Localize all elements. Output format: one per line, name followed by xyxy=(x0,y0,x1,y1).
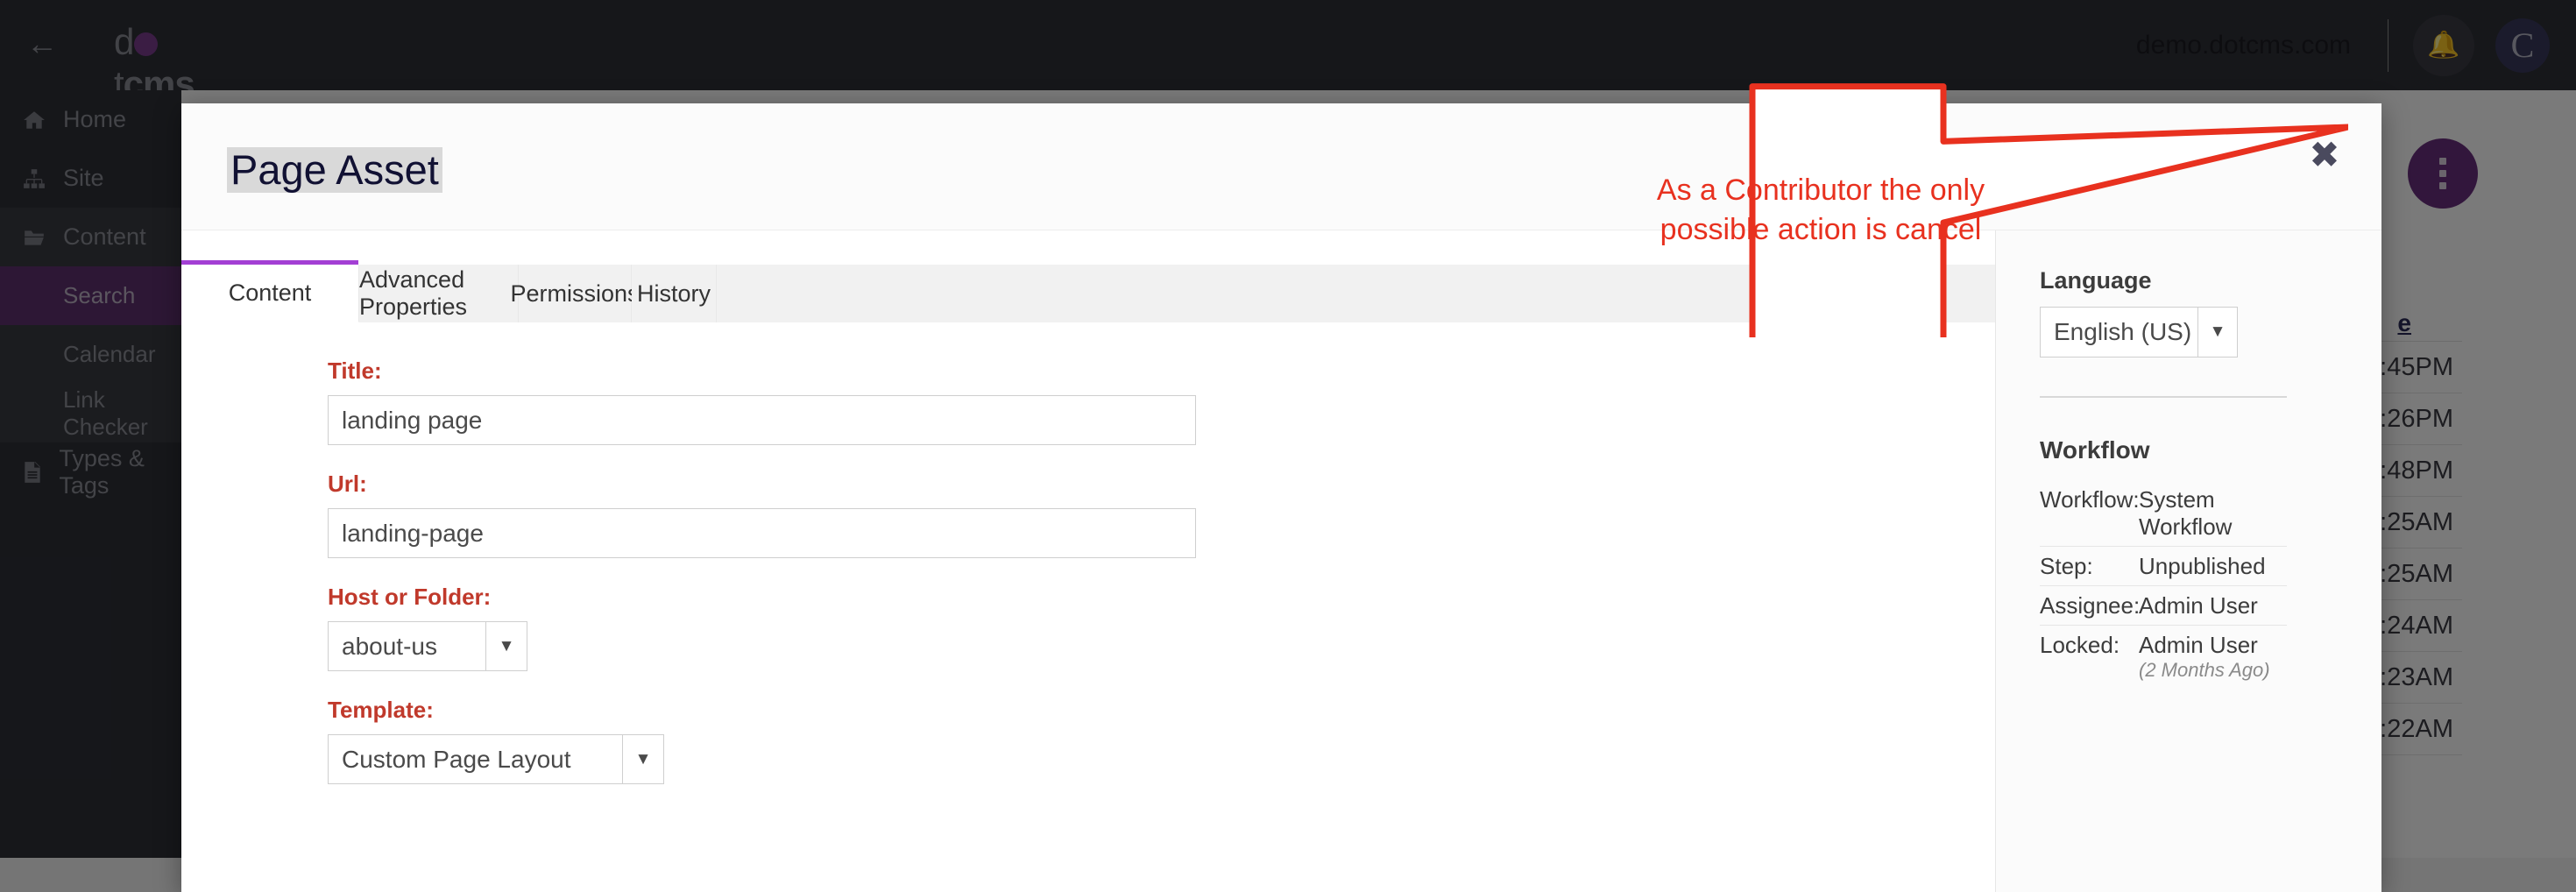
workflow-heading: Workflow xyxy=(2040,436,2381,464)
workflow-value: Admin User xyxy=(2139,592,2287,619)
workflow-key: Workflow: xyxy=(2040,486,2139,541)
dialog-body: Content Advanced Properties Permissions … xyxy=(181,230,2381,892)
divider xyxy=(2040,396,2287,398)
workflow-key: Assignee: xyxy=(2040,592,2139,619)
workflow-table: Workflow: System Workflow Step: Unpublis… xyxy=(2040,480,2287,687)
field-template: Template: Custom Page Layout ▼ xyxy=(328,697,1995,784)
workflow-row-locked: Locked: Admin User (2 Months Ago) xyxy=(2040,626,2287,687)
workflow-key: Step: xyxy=(2040,553,2139,580)
dialog-header: Page Asset ✖ xyxy=(181,103,2381,230)
page-asset-dialog: Page Asset ✖ Content Advanced Properties… xyxy=(181,103,2381,892)
host-or-folder-select[interactable]: about-us ▼ xyxy=(328,621,1995,671)
workflow-value: Unpublished xyxy=(2139,553,2287,580)
tab-bar-filler xyxy=(717,265,1995,322)
close-icon[interactable]: ✖ xyxy=(2300,130,2349,179)
workflow-row-workflow: Workflow: System Workflow xyxy=(2040,480,2287,547)
template-value[interactable]: Custom Page Layout xyxy=(328,734,622,784)
field-label: Host or Folder: xyxy=(328,584,1995,611)
tab-history[interactable]: History xyxy=(632,265,717,322)
language-label: Language xyxy=(2040,267,2381,294)
tab-label: Permissions xyxy=(510,280,639,308)
host-or-folder-value[interactable]: about-us xyxy=(328,621,485,671)
tab-content[interactable]: Content xyxy=(181,265,359,322)
field-url: Url: landing-page xyxy=(328,471,1995,558)
title-input[interactable]: landing page xyxy=(328,395,1196,445)
language-value[interactable]: English (US) xyxy=(2040,307,2197,358)
field-label: Title: xyxy=(328,358,1995,385)
workflow-value: Admin User xyxy=(2139,632,2258,658)
tab-bar: Content Advanced Properties Permissions … xyxy=(181,265,1995,322)
workflow-key: Locked: xyxy=(2040,632,2139,682)
field-label: Url: xyxy=(328,471,1995,498)
workflow-row-step: Step: Unpublished xyxy=(2040,547,2287,586)
chevron-down-icon[interactable]: ▼ xyxy=(485,621,527,671)
tab-permissions[interactable]: Permissions xyxy=(519,265,632,322)
chevron-down-icon[interactable]: ▼ xyxy=(2197,307,2238,358)
template-select[interactable]: Custom Page Layout ▼ xyxy=(328,734,1995,784)
content-form: Title: landing page Url: landing-page Ho… xyxy=(181,322,1995,892)
workflow-value-wrap: Admin User (2 Months Ago) xyxy=(2139,632,2287,682)
dialog-side-panel: Language English (US) ▼ Workflow Workflo… xyxy=(1995,230,2381,892)
tab-label: History xyxy=(637,280,711,308)
tab-label: Content xyxy=(229,280,312,307)
workflow-value-sub: (2 Months Ago) xyxy=(2139,659,2287,682)
app-root: ← dtcms demo.dotcms.com 🔔 C Home xyxy=(0,0,2576,858)
field-label: Template: xyxy=(328,697,1995,724)
field-host-or-folder: Host or Folder: about-us ▼ xyxy=(328,584,1995,671)
url-input[interactable]: landing-page xyxy=(328,508,1196,558)
page-title: Page Asset xyxy=(227,147,442,193)
tab-label: Advanced Properties xyxy=(359,266,518,321)
field-title: Title: landing page xyxy=(328,358,1995,445)
workflow-value: System Workflow xyxy=(2139,486,2287,541)
annotation-text: As a Contributor the only possible actio… xyxy=(1645,171,1996,250)
workflow-row-assignee: Assignee: Admin User xyxy=(2040,586,2287,626)
language-select[interactable]: English (US) ▼ xyxy=(2040,307,2381,358)
tab-advanced-properties[interactable]: Advanced Properties xyxy=(359,265,519,322)
chevron-down-icon[interactable]: ▼ xyxy=(622,734,664,784)
